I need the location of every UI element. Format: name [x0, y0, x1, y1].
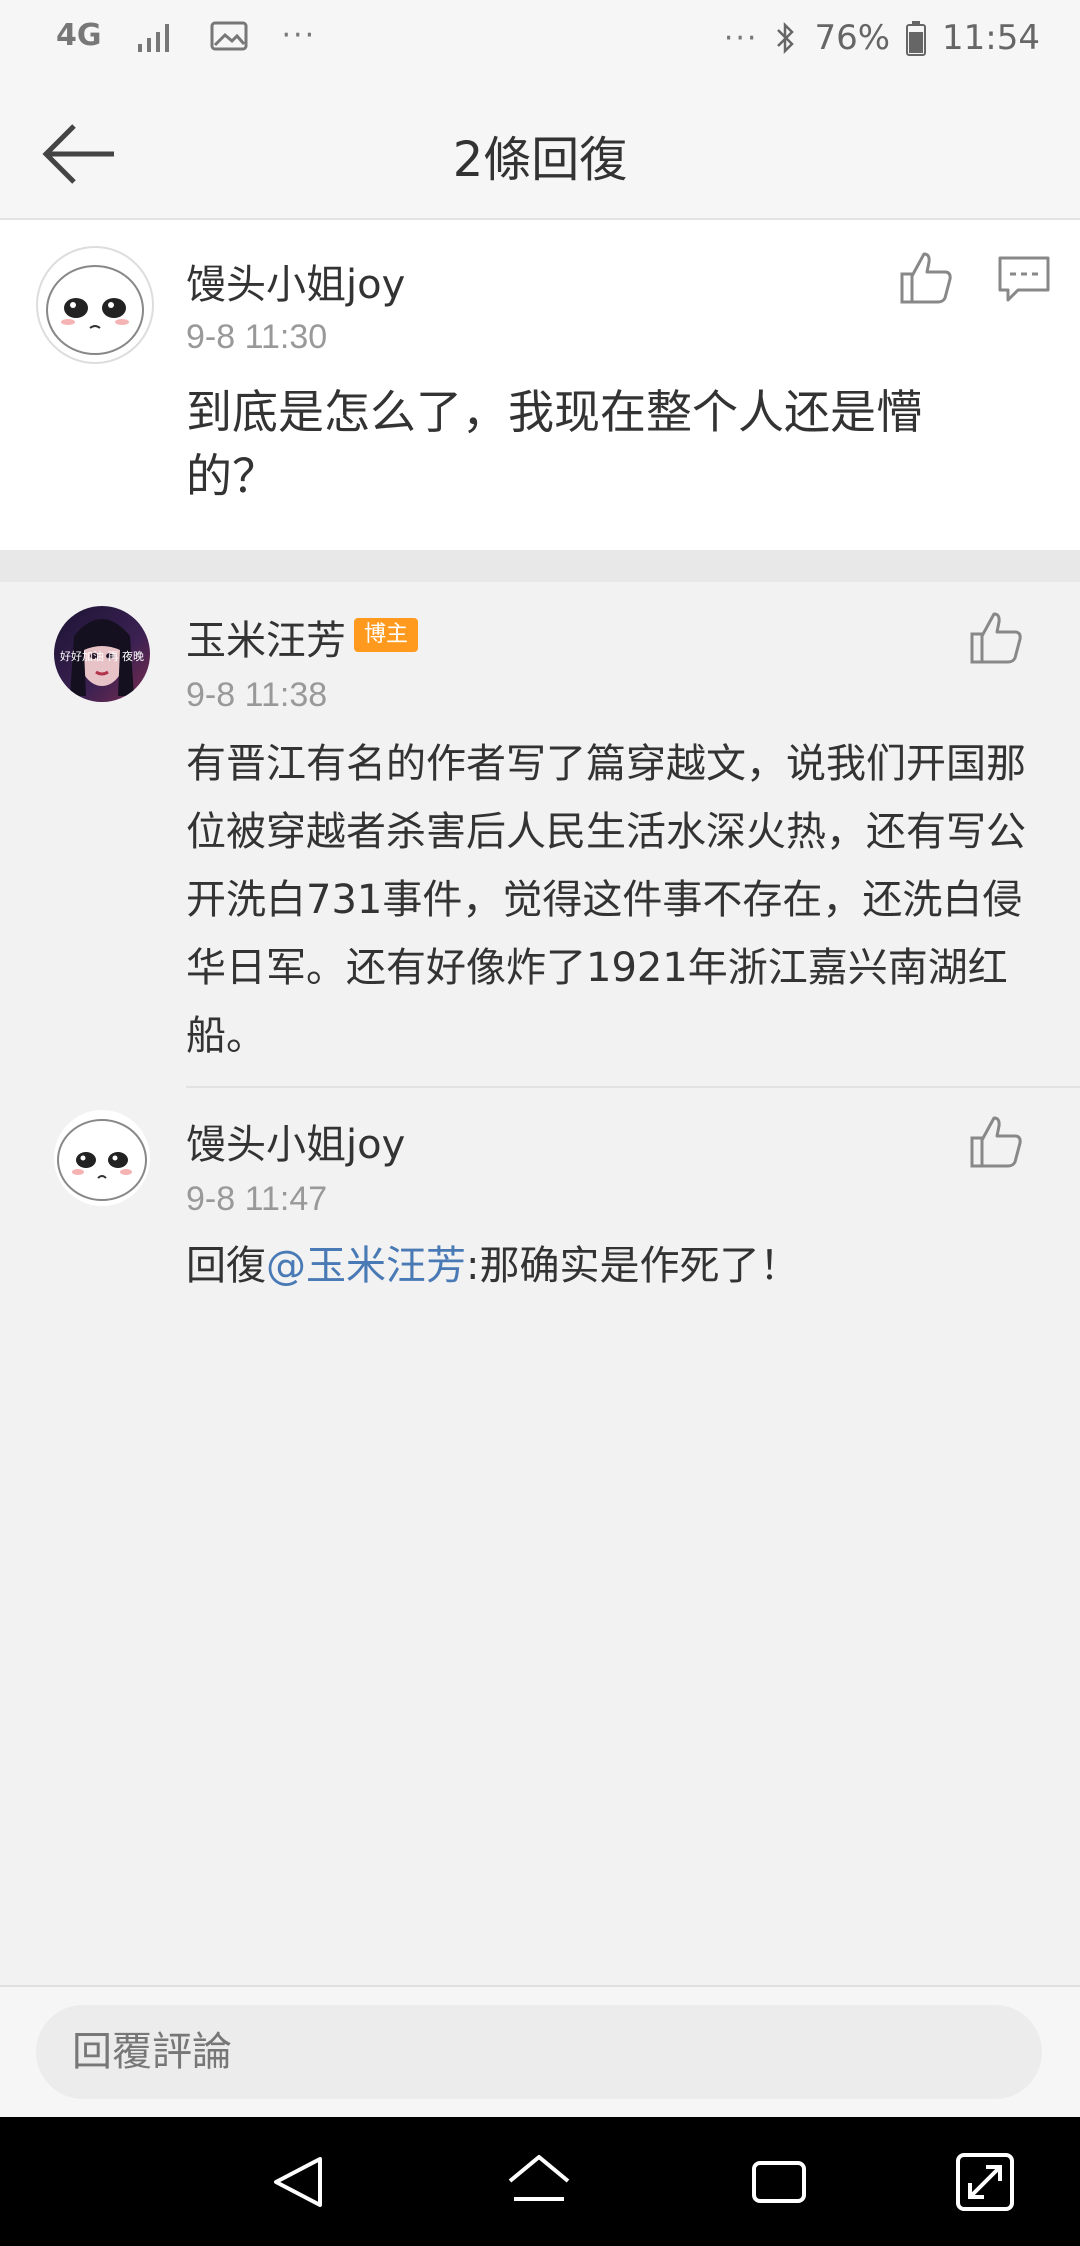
more-notifications: ···	[281, 18, 317, 53]
reply-bar	[0, 1985, 1080, 2119]
mention-link[interactable]: @玉米汪芳	[266, 1243, 466, 1289]
avatar[interactable]: 好好加油 再 夜晚	[54, 606, 150, 702]
status-more: ···	[723, 20, 759, 56]
thumbs-up-icon[interactable]	[966, 608, 1026, 668]
signal-icon	[137, 23, 169, 52]
reply-prefix: 回復	[186, 1243, 266, 1289]
reply-input[interactable]	[36, 2005, 1042, 2099]
main-comment: 馒头小姐joy 9-8 11:30 到底是怎么了，我现在整个人还是懵的？	[0, 220, 1080, 550]
thumbs-up-icon[interactable]	[966, 1112, 1026, 1172]
image-notification-icon	[210, 21, 247, 50]
reply-author[interactable]: 玉米汪芳	[186, 608, 346, 666]
mantou-face-icon	[57, 1119, 147, 1201]
reply-author[interactable]: 馒头小姐joy	[186, 1112, 405, 1170]
reply-text: 有晋江有名的作者写了篇穿越文，说我们开国那位被穿越者杀害后人民生活水深火热，还有…	[186, 741, 1026, 1059]
blogger-badge: 博主	[354, 618, 419, 652]
bluetooth-icon	[777, 21, 795, 55]
comment-text: 到底是怎么了，我现在整个人还是懵的？	[186, 385, 922, 504]
reply-time: 9-8 11:38	[186, 676, 328, 714]
page-title: 2條回復	[452, 132, 628, 188]
network-indicator: 4G	[56, 18, 102, 53]
comment-bubble-icon[interactable]	[994, 248, 1054, 308]
home-icon[interactable]	[504, 2147, 574, 2217]
comment-time: 9-8 11:30	[186, 318, 328, 356]
battery-percent: 76%	[814, 18, 891, 58]
section-divider	[0, 550, 1080, 582]
comment-author[interactable]: 馒头小姐joy	[186, 252, 405, 310]
clock: 11:54	[942, 18, 1040, 58]
mantou-face-icon	[46, 265, 144, 355]
back-triangle-icon[interactable]	[266, 2147, 336, 2217]
avatar-caption: 好好加油 再 夜晚	[60, 650, 144, 663]
reply-time: 9-8 11:47	[186, 1180, 328, 1218]
battery-icon	[906, 21, 927, 56]
status-right: ··· 76% 11:54	[724, 18, 1040, 58]
title-bar: 2條回復	[0, 90, 1080, 220]
system-nav-bar	[0, 2117, 1080, 2246]
avatar[interactable]	[36, 246, 154, 364]
reply-body: :那确实是作死了！	[466, 1243, 800, 1289]
reply-text: 回復@玉米汪芳:那确实是作死了！	[186, 1238, 1046, 1294]
reply-divider	[186, 1086, 1080, 1088]
status-bar: 4G ··· ··· 76% 11:54	[0, 0, 1080, 90]
recent-apps-icon[interactable]	[744, 2147, 814, 2217]
thumbs-up-icon[interactable]	[896, 248, 956, 308]
expand-icon[interactable]	[950, 2147, 1020, 2217]
avatar[interactable]	[54, 1110, 150, 1206]
status-left: 4G ···	[56, 18, 316, 53]
